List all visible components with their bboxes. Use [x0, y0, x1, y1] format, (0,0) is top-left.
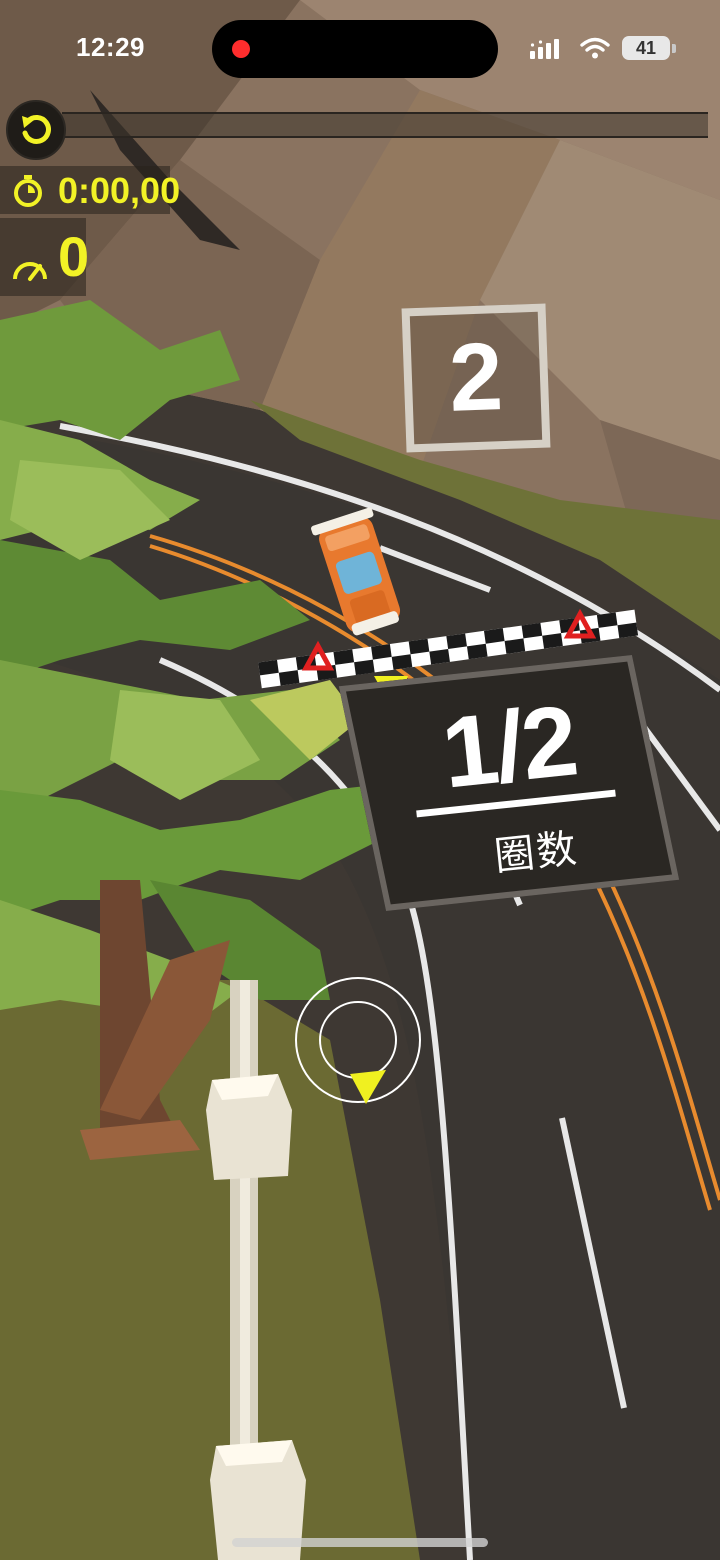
timer-panel: 0:00,00 [0, 166, 180, 214]
recording-indicator [232, 40, 250, 58]
wifi-icon [580, 37, 610, 59]
turn-number-text: 2 [447, 323, 505, 432]
status-time: 12:29 [76, 32, 145, 62]
race-progress-bar [62, 112, 708, 138]
battery-cap [672, 44, 676, 53]
dynamic-island [212, 20, 498, 78]
race-timer: 0:00,00 [58, 170, 181, 211]
restart-icon [22, 115, 51, 144]
speedometer-icon [13, 262, 47, 281]
battery-icon: 41 [622, 36, 670, 60]
home-indicator[interactable] [232, 1538, 488, 1547]
speed-panel: 0 [0, 218, 90, 296]
status-bar: 12:29 41 [0, 0, 720, 100]
restart-button[interactable] [6, 100, 66, 160]
signal-icon [530, 39, 559, 59]
stopwatch-icon [14, 175, 42, 207]
turn-number-sign: 2 [401, 303, 551, 453]
battery-level: 41 [635, 38, 657, 58]
speed-value: 0 [58, 225, 90, 288]
